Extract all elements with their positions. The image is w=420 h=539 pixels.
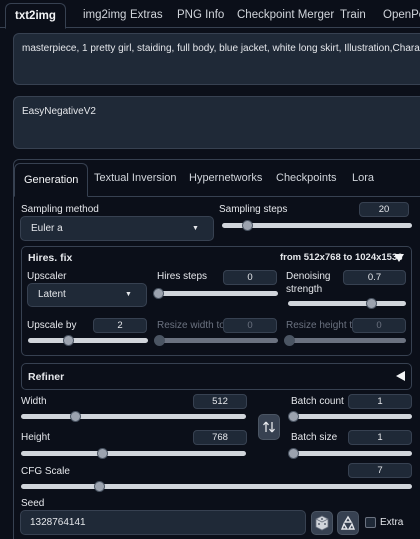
- cfg-scale-input[interactable]: 7: [348, 463, 412, 478]
- tab-generation[interactable]: Generation: [14, 163, 89, 197]
- width-slider[interactable]: [21, 414, 246, 419]
- height-slider-thumb[interactable]: [97, 448, 108, 459]
- denoising-slider-thumb[interactable]: [365, 298, 377, 309]
- denoising-slider[interactable]: [288, 301, 406, 306]
- extra-checkbox[interactable]: [365, 517, 376, 528]
- sampling-steps-input[interactable]: 20: [359, 202, 409, 217]
- swap-dimensions-button[interactable]: [258, 414, 280, 440]
- batch-count-slider[interactable]: [292, 414, 412, 419]
- hires-steps-input[interactable]: 0: [223, 270, 277, 285]
- cfg-scale-label: CFG Scale: [21, 466, 70, 477]
- tab-png-info[interactable]: PNG Info: [177, 3, 224, 28]
- upscale-by-slider-thumb[interactable]: [62, 335, 74, 346]
- hires-resize-info: from 512x768 to 1024x1536: [280, 252, 403, 263]
- resize-height-slider-thumb[interactable]: [284, 335, 295, 346]
- reuse-seed-button[interactable]: [337, 511, 359, 535]
- swap-dimensions-icon: [263, 421, 275, 433]
- tab-train[interactable]: Train: [340, 3, 366, 28]
- batch-size-input[interactable]: 1: [348, 430, 412, 445]
- denoising-input[interactable]: 0.7: [343, 270, 406, 285]
- tab-lora[interactable]: Lora: [352, 172, 374, 184]
- tab-hypernetworks[interactable]: Hypernetworks: [189, 172, 262, 184]
- batch-count-slider-thumb[interactable]: [288, 411, 299, 422]
- hires-steps-slider[interactable]: [158, 291, 278, 296]
- seed-input[interactable]: 1328764141: [20, 510, 306, 535]
- batch-count-label: Batch count: [291, 396, 344, 407]
- sampling-method-value: Euler a: [31, 223, 63, 234]
- tab-openpose[interactable]: OpenPos: [383, 3, 420, 28]
- top-tab-bar: txt2img img2img Extras PNG Info Checkpoi…: [0, 0, 420, 29]
- random-seed-button[interactable]: [311, 511, 333, 535]
- sampling-method-dropdown[interactable]: Euler a: [20, 216, 214, 241]
- height-input[interactable]: 768: [193, 430, 247, 445]
- prompt-textarea[interactable]: masterpiece, 1 pretty girl, staiding, fu…: [13, 33, 420, 85]
- resize-width-label: Resize width to: [157, 320, 225, 331]
- width-label: Width: [21, 396, 47, 407]
- batch-size-slider-thumb[interactable]: [288, 448, 299, 459]
- resize-height-label: Resize height to: [286, 320, 358, 331]
- tab-textual-inversion[interactable]: Textual Inversion: [94, 172, 177, 184]
- upscaler-value: Latent: [38, 289, 66, 300]
- batch-size-label: Batch size: [291, 432, 338, 443]
- sampling-steps-slider-thumb[interactable]: [241, 220, 253, 231]
- batch-count-input[interactable]: 1: [348, 394, 412, 409]
- seed-label: Seed: [21, 498, 45, 509]
- upscaler-label: Upscaler: [27, 271, 67, 282]
- width-input[interactable]: 512: [193, 394, 247, 409]
- tab-checkpoints[interactable]: Checkpoints: [276, 172, 337, 184]
- tab-img2img[interactable]: img2img: [83, 3, 126, 28]
- resize-height-input[interactable]: 0: [352, 318, 406, 333]
- negative-prompt-textarea[interactable]: EasyNegativeV2: [13, 96, 420, 149]
- extra-label: Extra: [380, 517, 404, 528]
- resize-width-input[interactable]: 0: [223, 318, 277, 333]
- height-slider[interactable]: [21, 451, 246, 456]
- sampling-method-label: Sampling method: [21, 204, 99, 215]
- batch-size-slider[interactable]: [292, 451, 412, 456]
- triangle-down-icon[interactable]: [394, 252, 404, 262]
- height-label: Height: [21, 432, 50, 443]
- resize-width-slider[interactable]: [158, 338, 278, 343]
- hires-steps-slider-thumb[interactable]: [153, 288, 164, 299]
- upscale-by-input[interactable]: 2: [93, 318, 147, 333]
- caret-down-icon: ▼: [192, 225, 199, 232]
- upscale-by-label: Upscale by: [27, 320, 77, 331]
- refiner-title[interactable]: Refiner: [28, 371, 64, 383]
- tab-txt2img[interactable]: txt2img: [5, 3, 66, 29]
- width-slider-thumb[interactable]: [70, 411, 81, 422]
- triangle-left-icon[interactable]: [395, 371, 405, 381]
- recycle-icon: [340, 515, 356, 530]
- cfg-scale-slider[interactable]: [21, 484, 412, 489]
- caret-down-icon: ▼: [125, 291, 132, 298]
- denoising-label-line1: Denoising: [286, 271, 331, 282]
- seed-value: 1328764141: [30, 517, 86, 528]
- denoising-label-line2: strength: [286, 284, 323, 295]
- hires-fix-title[interactable]: Hires. fix: [28, 252, 72, 264]
- upscale-by-slider[interactable]: [28, 338, 148, 343]
- sampling-steps-label: Sampling steps: [219, 204, 288, 215]
- tab-checkpoint-merger[interactable]: Checkpoint Merger: [237, 3, 334, 28]
- dice-icon: [315, 515, 329, 531]
- refiner-panel[interactable]: [21, 363, 412, 390]
- resize-width-slider-thumb[interactable]: [154, 335, 165, 346]
- tab-extras[interactable]: Extras: [130, 3, 163, 28]
- hires-steps-label: Hires steps: [157, 271, 208, 282]
- resize-height-slider[interactable]: [288, 338, 406, 343]
